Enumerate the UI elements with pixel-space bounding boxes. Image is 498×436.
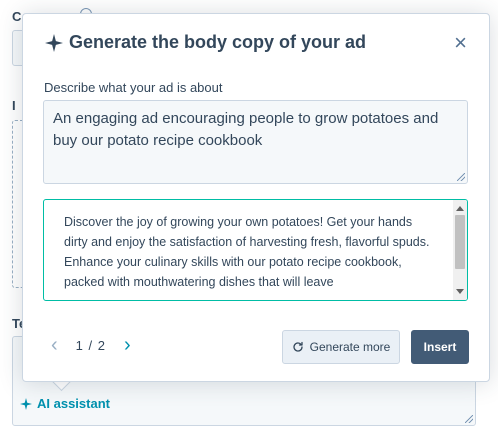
ai-assistant-button[interactable]: AI assistant (20, 396, 110, 411)
refresh-icon (293, 341, 303, 352)
generated-result-box[interactable]: Discover the joy of growing your own pot… (43, 199, 468, 301)
prompt-textarea[interactable]: An engaging ad encouraging people to gro… (43, 100, 468, 184)
insert-button[interactable]: Insert (411, 330, 469, 364)
chevron-left-icon[interactable]: ‹ (51, 335, 58, 355)
sparkle-icon (20, 397, 32, 410)
popover-header: Generate the body copy of your ad (45, 32, 366, 53)
form-label-campaign: C (12, 9, 22, 24)
ai-assistant-label: AI assistant (37, 396, 110, 411)
chevron-right-icon[interactable]: › (124, 335, 131, 355)
generate-more-button[interactable]: Generate more (282, 330, 400, 364)
scroll-up-arrow-icon[interactable] (456, 206, 464, 211)
scroll-thumb[interactable] (455, 215, 465, 269)
result-pagination: ‹ 1 / 2 › (51, 335, 131, 355)
form-label-image: I (12, 98, 16, 113)
result-scrollbar[interactable] (453, 200, 467, 300)
close-icon[interactable]: × (454, 32, 467, 54)
ai-generate-popover: Generate the body copy of your ad × Desc… (22, 13, 490, 382)
generate-more-label: Generate more (309, 340, 391, 354)
popover-title: Generate the body copy of your ad (69, 32, 367, 52)
prompt-value: An engaging ad encouraging people to gro… (53, 110, 439, 149)
sparkle-icon (45, 33, 63, 52)
generated-result-text: Discover the joy of growing your own pot… (64, 215, 430, 289)
scroll-down-arrow-icon[interactable] (456, 289, 464, 294)
page-count: 1 / 2 (75, 337, 106, 353)
resize-grip-icon[interactable] (457, 173, 465, 181)
prompt-label: Describe what your ad is about (44, 80, 223, 95)
resize-grip-icon[interactable] (465, 415, 473, 423)
